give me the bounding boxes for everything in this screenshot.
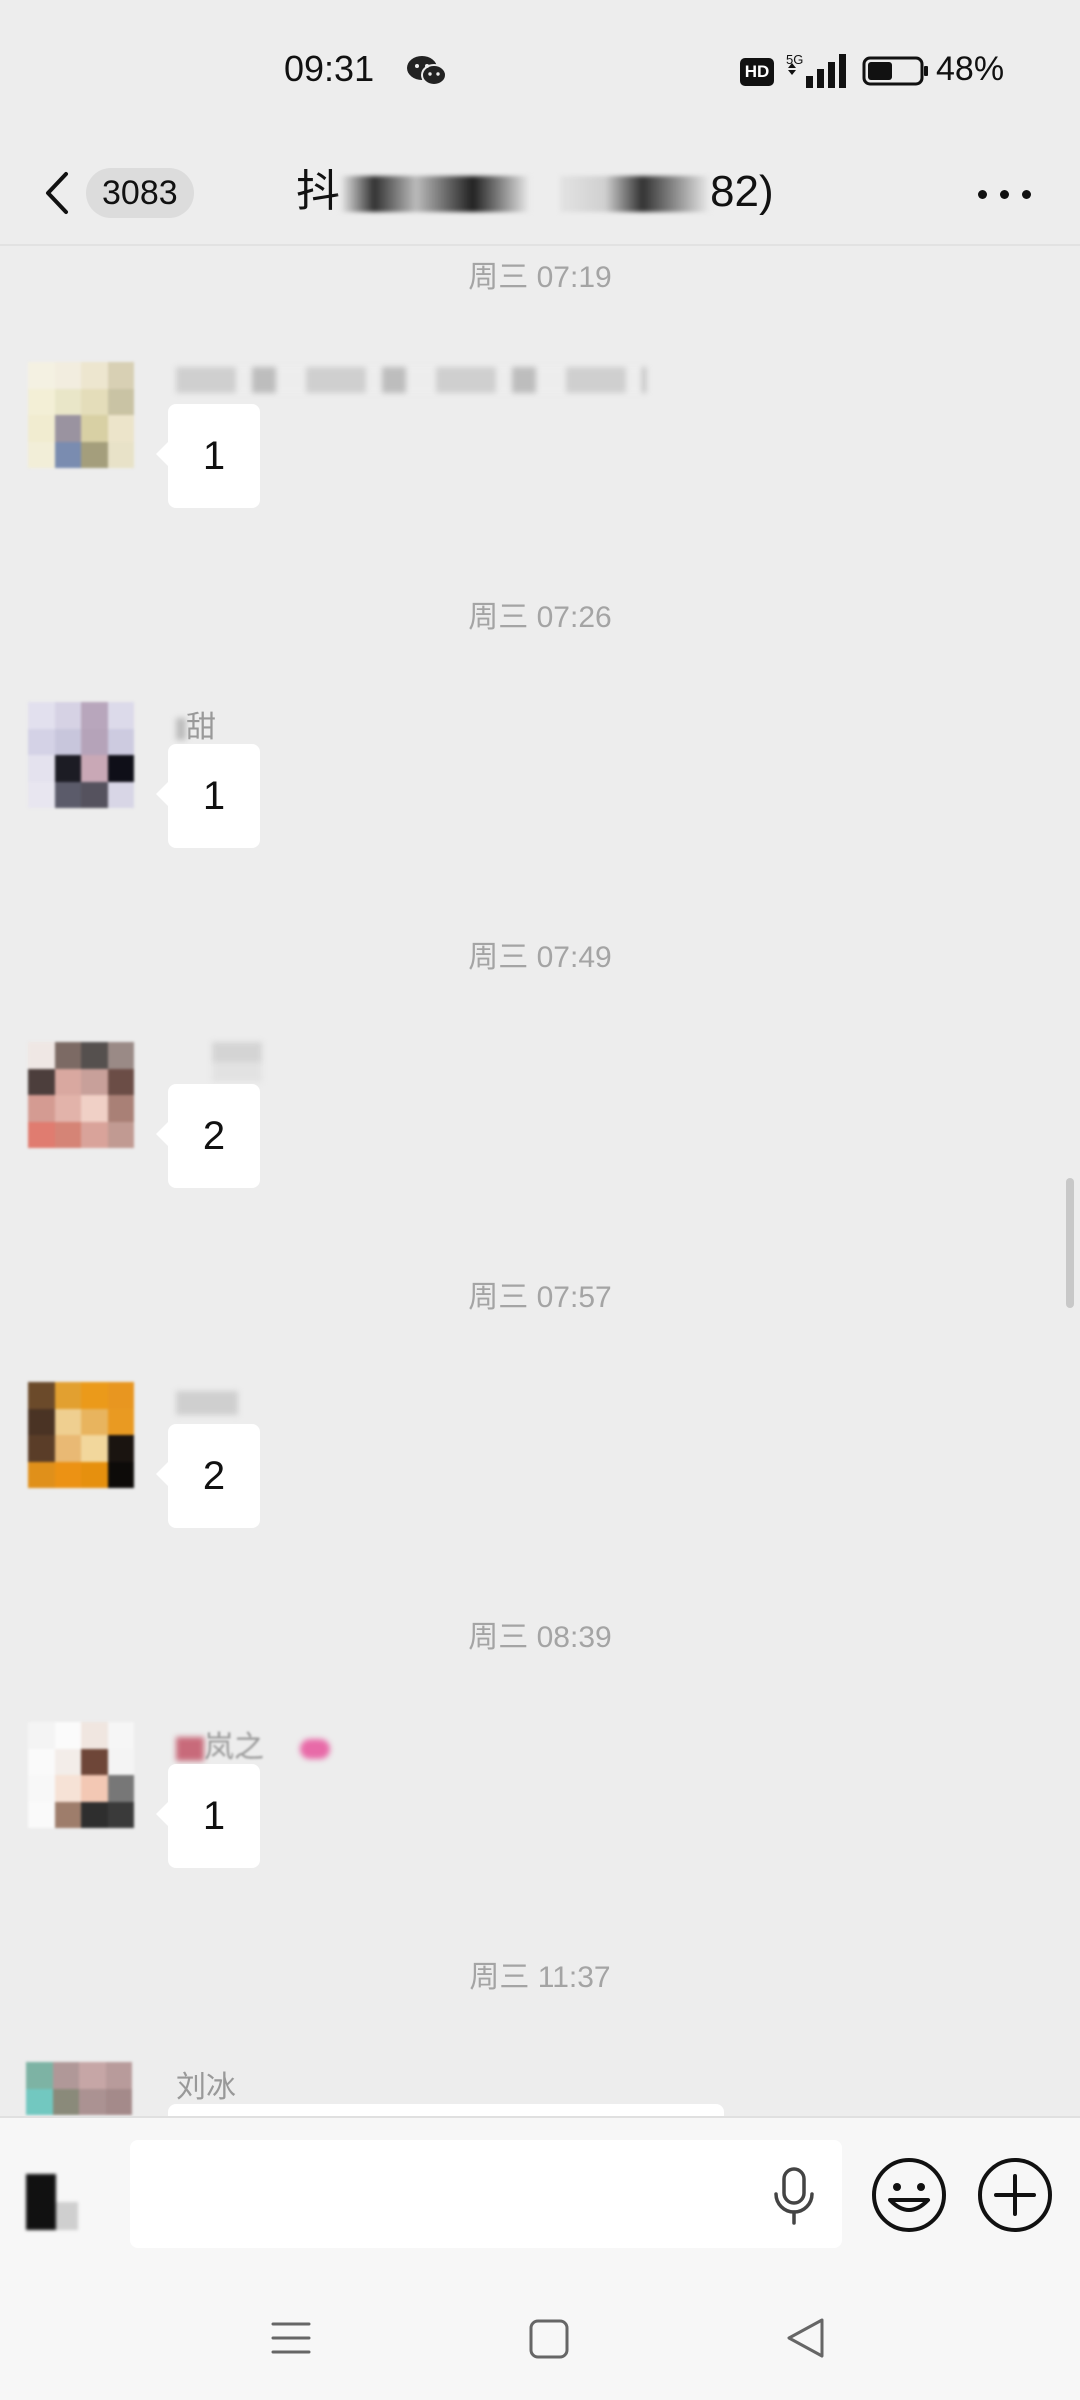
sender-name <box>176 362 646 396</box>
sender-name: 甜 <box>176 702 216 746</box>
avatar[interactable] <box>28 1042 134 1148</box>
message-timestamp: 周三 07:19 <box>468 261 612 294</box>
sender-name-text: 甜 <box>186 711 216 744</box>
unread-count-badge: 3083 <box>86 168 194 218</box>
menu-lines-icon[interactable] <box>270 2318 312 2358</box>
sender-name <box>176 1042 262 1082</box>
message-bubble[interactable]: 1 <box>156 1764 260 1868</box>
sender-name-redacted <box>176 367 646 394</box>
avatar[interactable] <box>26 2062 132 2116</box>
battery-icon <box>862 56 928 86</box>
message-input[interactable] <box>130 2140 842 2248</box>
sender-name: 岚之 <box>176 1722 330 1766</box>
message-timestamp: 周三 08:39 <box>468 1621 612 1654</box>
message-list[interactable]: 周三 07:19 1 周三 07:26 甜 1 周三 07:49 2 周三 07… <box>0 246 1080 2116</box>
more-options-button[interactable] <box>970 160 1040 224</box>
plus-circle-icon[interactable] <box>976 2156 1054 2234</box>
system-nav-bar <box>0 2276 1080 2400</box>
sender-name <box>176 1382 238 1416</box>
heart-emoji-icon <box>300 1739 330 1760</box>
square-home-icon[interactable] <box>528 2318 570 2360</box>
title-redacted <box>560 176 710 213</box>
signal-icon: 5G <box>786 52 846 88</box>
title-redacted <box>340 176 530 213</box>
message-timestamp: 周三 07:49 <box>468 941 612 974</box>
chat-title-start: 抖 <box>296 167 340 216</box>
sender-name-redacted <box>176 1391 238 1416</box>
status-time: 09:31 <box>284 48 375 89</box>
message-bubble[interactable] <box>168 2104 724 2116</box>
keyboard-voice-icon <box>26 2174 78 2230</box>
chat-title[interactable]: 抖 82) <box>296 156 796 228</box>
chat-header: 3083 抖 82) <box>0 140 1080 246</box>
message-bubble[interactable]: 1 <box>156 404 260 508</box>
message-bubble[interactable]: 1 <box>156 744 260 848</box>
battery-percent: 48% <box>936 50 1005 88</box>
sender-name-text: 岚之 <box>204 1731 264 1764</box>
sender-name-redacted <box>176 1737 204 1762</box>
avatar[interactable] <box>28 1382 134 1488</box>
sender-name: 刘冰 <box>176 2071 236 2104</box>
avatar[interactable] <box>28 1722 134 1828</box>
sender-name-redacted <box>176 718 186 741</box>
message-timestamp: 周三 11:37 <box>469 1961 611 1994</box>
microphone-icon[interactable] <box>768 2166 820 2226</box>
voice-toggle-button[interactable] <box>22 2172 82 2232</box>
hd-badge: HD <box>740 58 774 86</box>
avatar[interactable] <box>28 702 134 808</box>
message-bubble[interactable]: 2 <box>156 1084 260 1188</box>
triangle-back-icon[interactable] <box>784 2316 826 2360</box>
back-button[interactable]: 3083 <box>30 154 210 230</box>
chevron-left-icon <box>46 172 68 214</box>
avatar[interactable] <box>28 362 134 468</box>
smiley-face-icon[interactable] <box>870 2156 948 2234</box>
message-timestamp: 周三 07:57 <box>468 1281 612 1314</box>
wechat-notification-icon <box>407 56 447 86</box>
network-type: 5G <box>786 52 803 67</box>
input-bar <box>0 2116 1080 2278</box>
more-dots-icon <box>978 190 987 199</box>
sender-name-redacted <box>212 1042 262 1082</box>
status-bar: 09:31 HD 5G 48% <box>0 0 1080 140</box>
message-bubble[interactable]: 2 <box>156 1424 260 1528</box>
scrollbar-thumb[interactable] <box>1066 1178 1074 1308</box>
message-timestamp: 周三 07:26 <box>468 601 612 634</box>
chat-title-end: 82) <box>710 167 774 216</box>
